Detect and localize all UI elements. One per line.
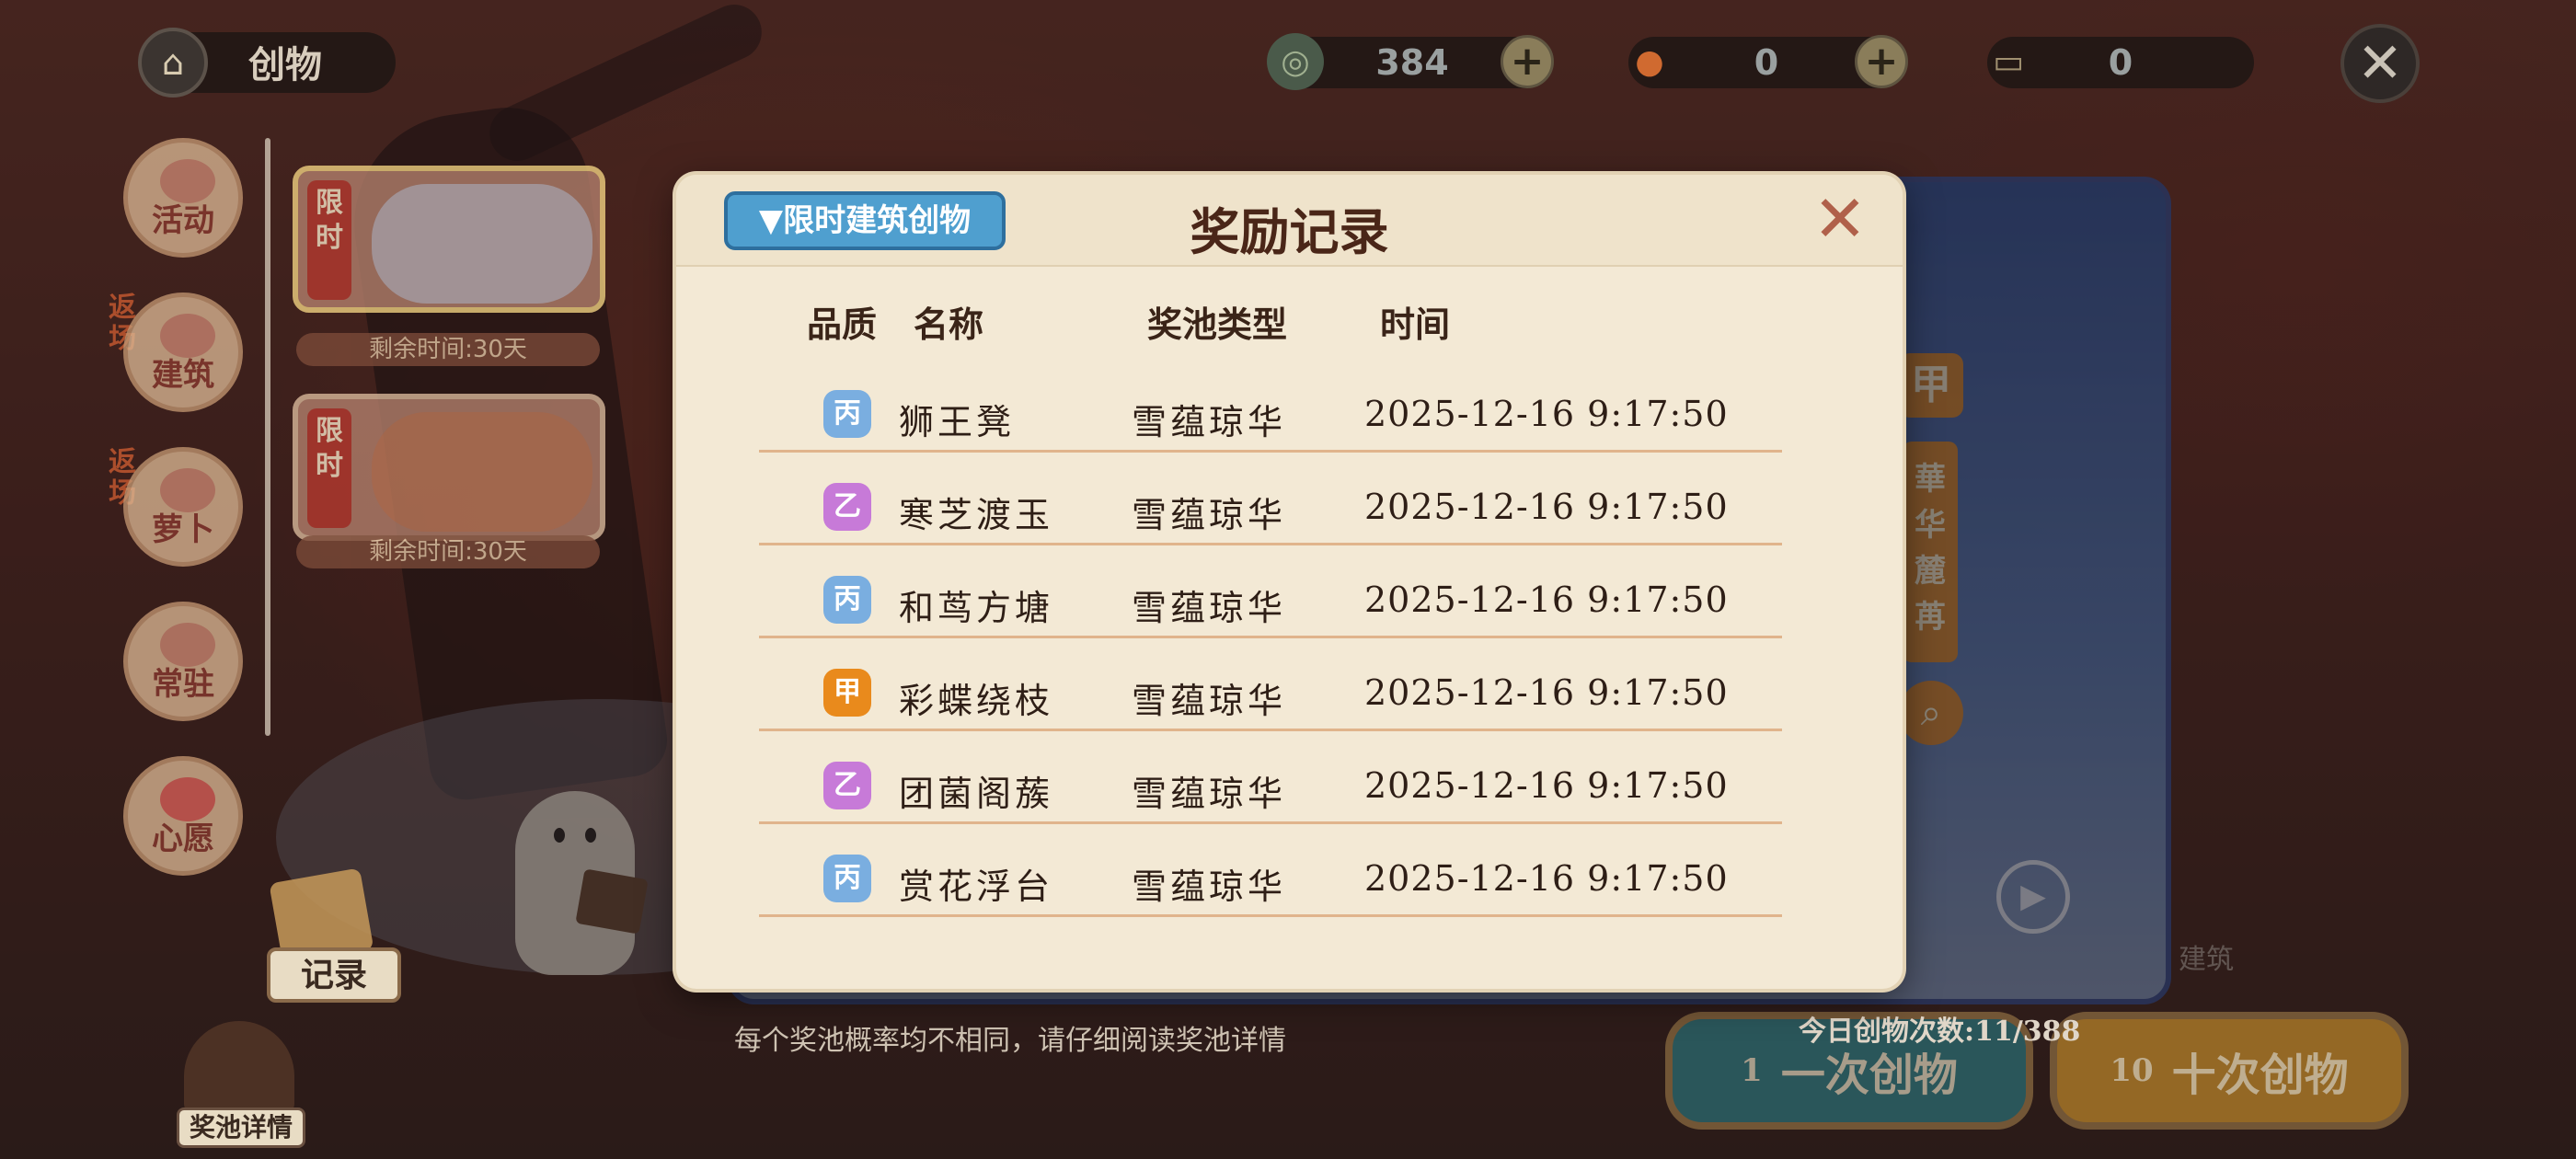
pool-type: 雪蕴琼华 [1132,588,1287,628]
add-coin-button[interactable]: + [1501,35,1554,88]
page-title: 创物 [248,43,322,86]
sidebar-scrollbar[interactable] [265,138,270,736]
quality-badge: 丙 [823,576,871,624]
record-time: 2025-12-16 9:17:50 [1364,858,1729,899]
add-fruit-button[interactable]: + [1855,35,1908,88]
item-name: 狮王凳 [899,402,1016,442]
lion-dance-icon [160,159,215,203]
category-wish[interactable]: 心愿 [123,756,243,876]
close-icon[interactable]: ✕ [2340,24,2420,103]
record-time: 2025-12-16 9:17:50 [1364,765,1729,806]
quality-badge: 甲 [823,669,871,717]
quality-badge: 乙 [823,483,871,531]
item-name: 赏花浮台 [899,866,1054,907]
column-name: 名称 [914,304,984,345]
heart-icon [160,777,215,821]
table-row: 丙和茑方塘 雪蕴琼华 2025-12-16 9:17:50 [759,546,1782,638]
pool-type: 雪蕴琼华 [1132,402,1287,442]
pool-type: 雪蕴琼华 [1132,495,1287,535]
item-name: 团菌阁蔟 [899,774,1054,814]
limited-card-radish[interactable]: 限时 [293,394,605,541]
record-time: 2025-12-16 9:17:50 [1364,672,1729,713]
dialog-header: ▼限时建筑创物 奖励记录 ✕ [676,175,1903,267]
category-radish[interactable]: 萝卜 [123,447,243,567]
record-button[interactable]: 记录 [267,947,401,1003]
item-name: 彩蝶绕枝 [899,681,1054,721]
pool-type: 雪蕴琼华 [1132,774,1287,814]
fox-art [372,412,592,532]
column-pool-type: 奖池类型 [1147,304,1288,345]
table-row: 乙团菌阁蔟 雪蕴琼华 2025-12-16 9:17:50 [759,732,1782,824]
quality-badge: 丙 [823,855,871,902]
fruit-counter: ● 0 + [1628,35,1908,88]
item-name: 寒芝渡玉 [899,495,1054,535]
item-name: 和茑方塘 [899,588,1054,628]
category-permanent[interactable]: 常驻 [123,602,243,721]
record-time: 2025-12-16 9:17:50 [1364,394,1729,434]
draw-ten-label: 十次创物 [2171,1050,2349,1101]
draw-ten-cost: 10 [2110,1052,2154,1089]
quality-badge: 丙 [823,390,871,438]
category-building[interactable]: 建筑 [123,293,243,412]
close-icon[interactable]: ✕ [1811,187,1869,251]
draw-once-cost: 1 [1741,1052,1763,1089]
table-row: 丙狮王凳 雪蕴琼华 2025-12-16 9:17:50 [759,361,1782,453]
remaining-time: 剩余时间:30天 [296,333,600,366]
column-quality: 品质 [807,304,878,345]
pool-type: 雪蕴琼华 [1132,681,1287,721]
dialog-title: 奖励记录 [1190,202,1389,261]
scroll-value: 0 [2108,42,2133,83]
record-time: 2025-12-16 9:17:50 [1364,580,1729,620]
table-row: 丙赏花浮台 雪蕴琼华 2025-12-16 9:17:50 [759,825,1782,917]
bun-icon [160,623,215,667]
today-count: 今日创物次数:11/388 [1799,1016,2081,1048]
scroll-counter: ▭ 0 [1987,37,2254,88]
table-row: 乙寒芝渡玉 雪蕴琼华 2025-12-16 9:17:50 [759,453,1782,545]
building-icon [160,314,215,358]
reward-record-dialog: ▼限时建筑创物 奖励记录 ✕ 品质 名称 奖池类型 时间 丙狮王凳 雪蕴琼华 202… [676,175,1903,989]
pool-type: 雪蕴琼华 [1132,866,1287,907]
category-activity[interactable]: 活动 [123,138,243,258]
pool-note: 每个奖池概率均不相同，请仔细阅读奖池详情 [734,1025,1286,1057]
remaining-time: 剩余时间:30天 [296,535,600,568]
pool-detail-button[interactable]: 奖池详情 [177,1107,305,1148]
home-icon[interactable]: ⌂ [138,28,208,98]
radish-icon [160,468,215,512]
card-art [372,184,592,304]
draw-ten-button[interactable]: 10 十次创物 [2050,1012,2409,1130]
quality-badge: 乙 [823,762,871,809]
table-row: 甲彩蝶绕枝 雪蕴琼华 2025-12-16 9:17:50 [759,639,1782,731]
limited-card-building[interactable]: 限时 [293,166,605,313]
column-time: 时间 [1380,304,1451,345]
coin-counter: ◎ 384 + [1267,33,1554,90]
limited-tag: 限时 [307,180,351,300]
limited-tag: 限时 [307,408,351,528]
record-time: 2025-12-16 9:17:50 [1364,487,1729,527]
